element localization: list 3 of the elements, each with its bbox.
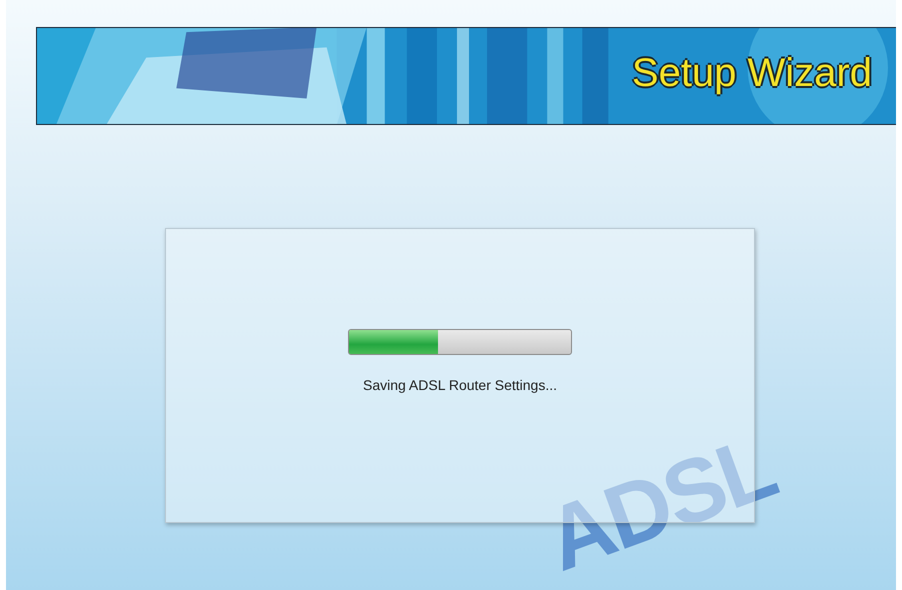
- background-logo: ADSL: [535, 422, 785, 586]
- status-message: Saving ADSL Router Settings...: [362, 377, 558, 393]
- banner-title: Setup Wizard: [632, 51, 872, 96]
